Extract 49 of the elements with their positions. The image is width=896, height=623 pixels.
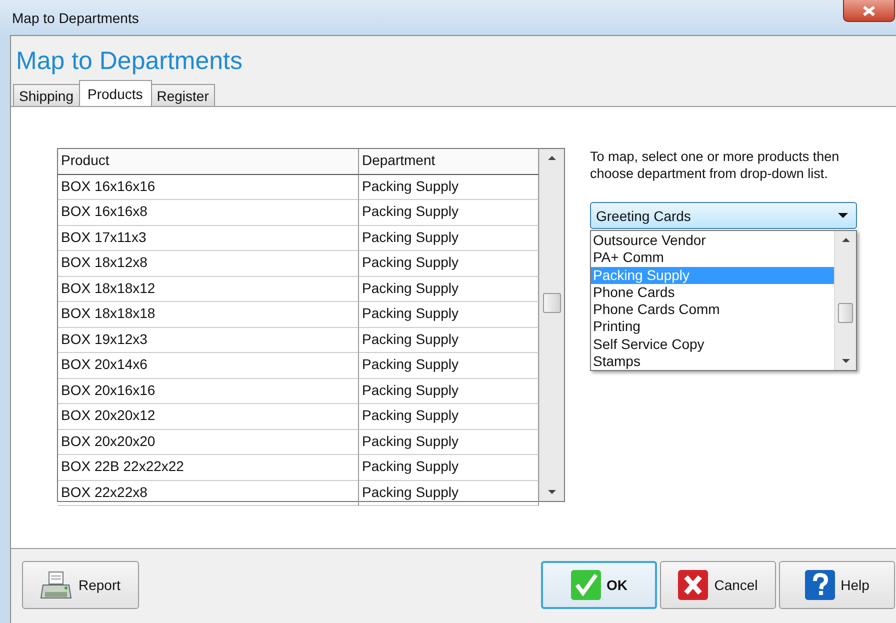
table-cell: BOX 22x22x8 (58, 480, 359, 506)
table-cell: BOX 22B 22x22x22 (58, 455, 359, 480)
scrollbar-thumb[interactable] (543, 293, 561, 314)
scrollbar-thumb[interactable] (838, 302, 853, 323)
table-cell: BOX 20x20x20 (58, 430, 359, 455)
ok-button[interactable]: OK (541, 561, 657, 609)
dropdown-option[interactable]: Printing (591, 318, 834, 336)
table-cell: BOX 18x18x12 (58, 276, 359, 302)
dropdown-option[interactable]: Phone Cards (591, 284, 834, 301)
dropdown-option[interactable]: Phone Cards Comm (591, 301, 834, 318)
cancel-button[interactable]: Cancel (660, 561, 776, 609)
table-cell: BOX 16x16x8 (58, 200, 359, 226)
close-icon (862, 4, 876, 16)
dropdown-option[interactable]: PA+ Comm (591, 249, 834, 266)
table-cell: BOX 20x14x6 (58, 353, 359, 378)
table-cell: BOX 18x18x18 (58, 302, 359, 328)
table-cell: BOX 19x12x3 (58, 328, 359, 353)
scroll-up-icon[interactable] (547, 155, 557, 161)
tab[interactable]: Register (150, 84, 215, 106)
table-cell: BOX 17x11x3 (58, 226, 359, 251)
check-icon (570, 570, 600, 600)
table-cell: BOX 16x16x16 (58, 174, 359, 200)
table-cell: BOX 18x12x8 (58, 251, 359, 276)
department-dropdown[interactable]: Greeting Cards (590, 202, 857, 229)
cross-icon (678, 570, 708, 600)
column-header[interactable]: Product (58, 149, 359, 174)
printer-icon (40, 570, 72, 600)
dropdown-option[interactable]: Self Service Copy (591, 336, 834, 353)
tab[interactable]: Shipping (13, 84, 80, 106)
table-cell: BOX 20x20x12 (58, 404, 359, 430)
scroll-down-icon[interactable] (840, 358, 850, 364)
scroll-down-icon[interactable] (547, 489, 557, 495)
column-header[interactable]: Department (359, 149, 539, 174)
report-button[interactable]: Report (22, 561, 139, 609)
dialog-heading: Map to Departments (16, 46, 244, 77)
scrollbar[interactable] (539, 149, 564, 501)
scroll-up-icon[interactable] (840, 237, 850, 243)
scrollbar[interactable] (834, 231, 856, 370)
help-button[interactable]: Help (779, 561, 895, 609)
caret-icon (838, 213, 848, 218)
instruction-text: To map, select one or more products then choose department from drop-down list. (590, 148, 840, 182)
close-button[interactable] (843, 0, 895, 22)
dropdown-option[interactable]: Stamps (591, 352, 834, 370)
tab[interactable]: Products (78, 80, 152, 106)
table-cell: Packing Supply (359, 480, 539, 506)
question-icon (804, 570, 835, 600)
dropdown-option[interactable]: Outsource Vendor (591, 232, 834, 250)
table-cell: BOX 20x16x16 (58, 378, 359, 404)
window-title: Map to Departments (12, 10, 139, 26)
